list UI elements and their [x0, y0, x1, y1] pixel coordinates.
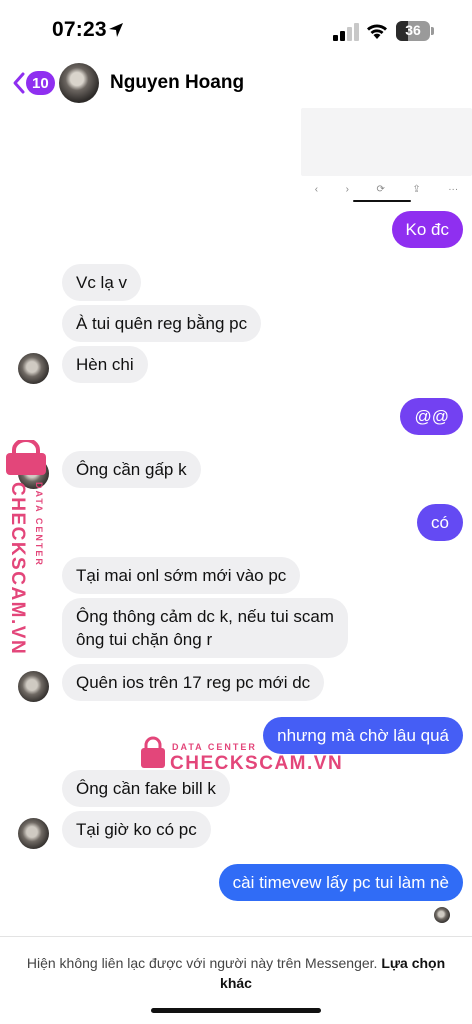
message-bubble-outgoing[interactable]: có: [417, 504, 463, 541]
message-bubble-incoming[interactable]: Quên ios trên 17 reg pc mới dc: [62, 664, 325, 701]
watermark-caption: DATA CENTER: [172, 742, 257, 752]
battery-icon: 36: [396, 21, 430, 41]
watermark-brand: CHECKSCAM.VN: [7, 482, 28, 656]
notice-text: Hiện không liên lạc được với người này t…: [26, 955, 378, 971]
unavailable-notice: Hiện không liên lạc được với người này t…: [20, 953, 452, 993]
watermark-brand: CHECKSCAM.VN: [170, 753, 344, 774]
more-icon: ···: [448, 183, 459, 195]
location-arrow-icon: [109, 23, 123, 37]
message-bubble-outgoing[interactable]: @@: [400, 398, 463, 435]
avatar[interactable]: [18, 818, 49, 849]
conversation-header: 10 Nguyen Hoang: [0, 58, 472, 108]
lock-icon: [141, 736, 165, 768]
cellular-signal-icon: [333, 23, 359, 41]
battery-percent: 36: [405, 22, 421, 38]
unread-count-badge: 10: [26, 71, 55, 95]
link-preview-toolbar: ‹ › ⟳ ⇪ ···: [301, 176, 472, 202]
message-bubble-incoming[interactable]: Tại mai onl sớm mới vào pc: [62, 557, 301, 594]
watermark-vertical: CHECKSCAM.VN DATA CENTER: [4, 440, 54, 655]
link-preview-card[interactable]: [301, 108, 472, 176]
avatar[interactable]: [59, 63, 99, 103]
read-receipt-avatar: [434, 907, 450, 923]
forward-arrow-icon: ›: [345, 183, 349, 195]
message-bubble-incoming[interactable]: Vc lạ v: [62, 264, 142, 301]
message-bubble-outgoing[interactable]: Ko đc: [391, 211, 463, 248]
back-arrow-icon: ‹: [314, 183, 319, 195]
wifi-icon: [367, 24, 387, 39]
watermark-caption: DATA CENTER: [34, 482, 44, 567]
avatar[interactable]: [18, 353, 49, 384]
status-time: 07:23: [52, 18, 107, 41]
watermark-horizontal: DATA CENTER CHECKSCAM.VN: [140, 736, 342, 776]
message-bubble-outgoing[interactable]: cài timevew lấy pc tui làm nè: [218, 864, 463, 901]
message-bubble-incoming[interactable]: Ông thông cảm dc k, nếu tui scam ông tui…: [62, 598, 348, 658]
avatar[interactable]: [18, 671, 49, 702]
message-bubble-incoming[interactable]: À tui quên reg bằng pc: [62, 305, 262, 342]
status-bar: 07:23 36: [0, 0, 472, 62]
reload-icon: ⟳: [376, 183, 385, 195]
back-button[interactable]: 10: [12, 67, 55, 99]
home-indicator[interactable]: [151, 1008, 321, 1013]
share-icon: ⇪: [412, 183, 421, 195]
chevron-left-icon: [13, 72, 25, 94]
contact-name[interactable]: Nguyen Hoang: [110, 72, 244, 94]
message-list[interactable]: ‹ › ⟳ ⇪ ··· Ko đc Vc lạ v À tui quên reg…: [0, 108, 472, 936]
lock-icon: [6, 440, 46, 475]
preview-indicator: [353, 200, 411, 202]
message-bubble-incoming[interactable]: Hèn chi: [62, 346, 148, 383]
battery-cap: [431, 27, 434, 35]
message-bubble-incoming[interactable]: Tại giờ ko có pc: [62, 811, 211, 848]
message-bubble-incoming[interactable]: Ông cần gấp k: [62, 451, 201, 488]
